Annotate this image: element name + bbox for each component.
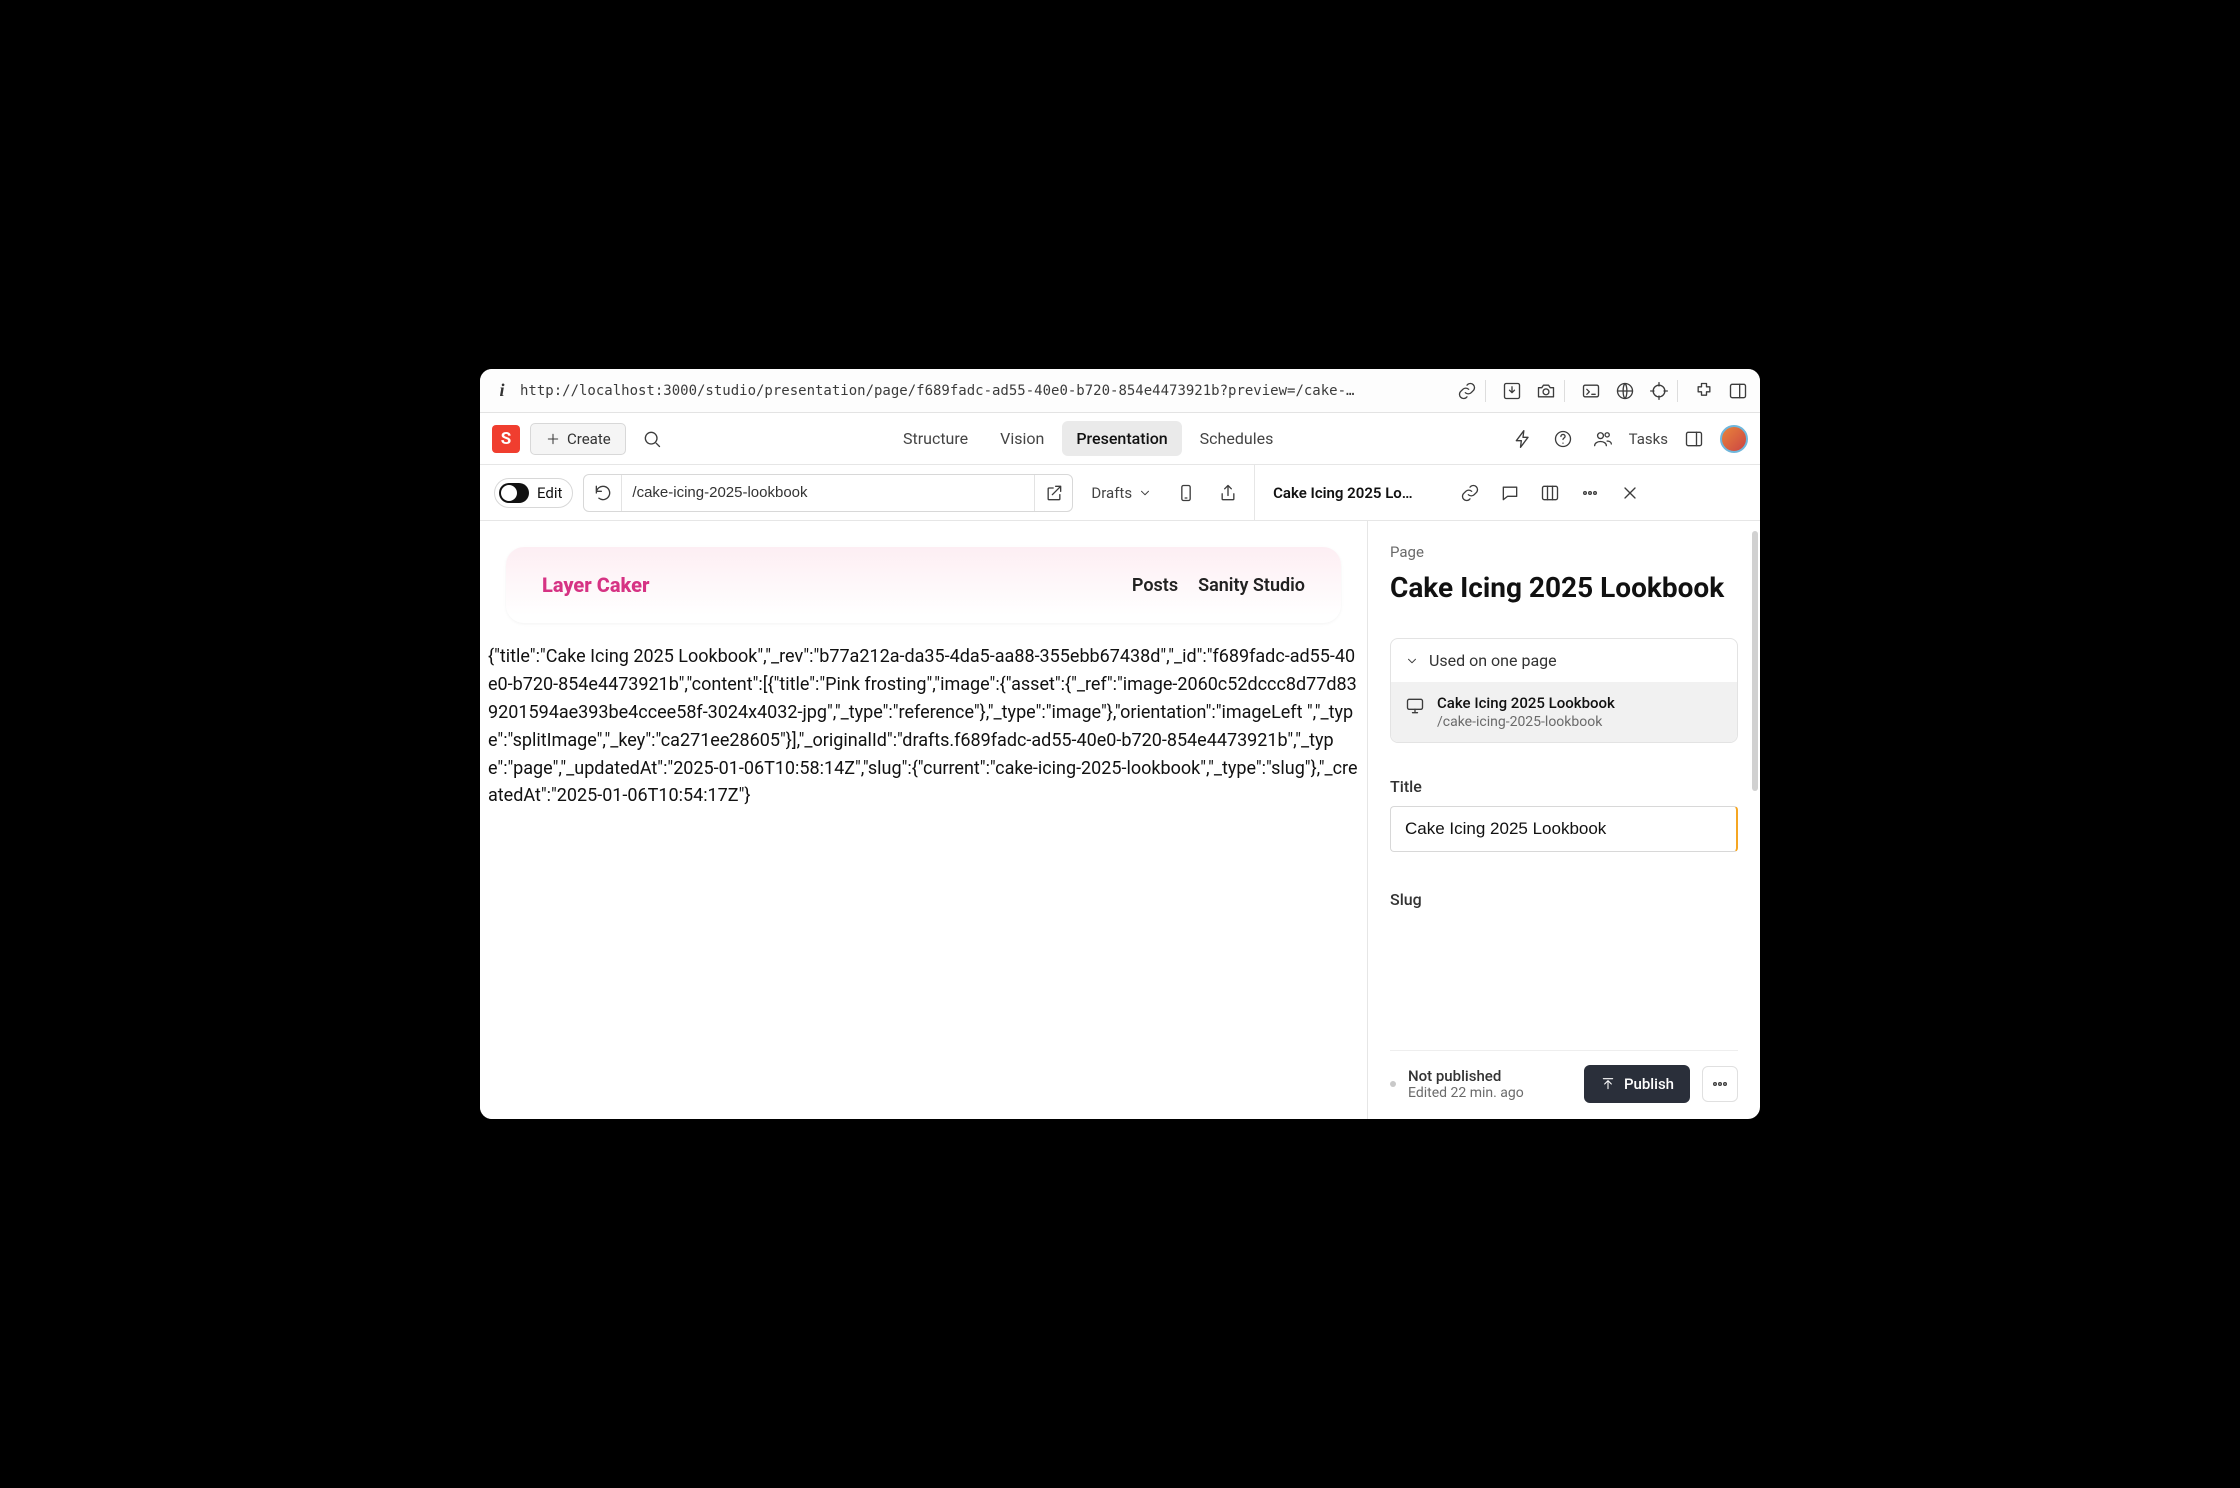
used-row-title: Cake Icing 2025 Lookbook — [1437, 694, 1615, 712]
more-actions-button[interactable] — [1574, 477, 1606, 509]
publish-button[interactable]: Publish — [1584, 1065, 1690, 1103]
close-panel-button[interactable] — [1614, 477, 1646, 509]
footer-more-button[interactable] — [1702, 1066, 1738, 1102]
help-icon[interactable] — [1549, 425, 1577, 453]
publish-label: Publish — [1624, 1075, 1674, 1093]
avatar[interactable] — [1720, 425, 1748, 453]
toggle-switch-on-icon — [499, 483, 529, 503]
studio-topnav: S Create Structure Vision Presentation S… — [480, 413, 1760, 465]
tab-schedules[interactable]: Schedules — [1186, 421, 1288, 456]
document-type-label: Page — [1390, 543, 1738, 561]
share-button[interactable] — [1212, 477, 1244, 509]
link-icon — [1460, 483, 1480, 503]
panels-icon[interactable] — [1728, 381, 1748, 401]
preview-pane: Layer Caker Posts Sanity Studio {"title"… — [480, 521, 1368, 1119]
document-heading: Cake Icing 2025 Lookbook — [1390, 571, 1738, 604]
more-horizontal-icon — [1710, 1074, 1730, 1094]
browser-url-bar: i http://localhost:3000/studio/presentat… — [480, 369, 1760, 413]
used-on-pages-toggle[interactable]: Used on one page — [1391, 639, 1737, 682]
panel-header-title: Cake Icing 2025 Lo… — [1273, 484, 1446, 502]
main-split: Layer Caker Posts Sanity Studio {"title"… — [480, 521, 1760, 1119]
inspect-button[interactable] — [1534, 477, 1566, 509]
bolt-icon[interactable] — [1509, 425, 1537, 453]
tab-vision[interactable]: Vision — [986, 421, 1058, 456]
document-footer: Not published Edited 22 min. ago Publish — [1390, 1050, 1738, 1119]
topnav-right: Tasks — [1509, 425, 1748, 453]
mobile-viewport-button[interactable] — [1170, 477, 1202, 509]
reload-icon — [593, 483, 613, 503]
close-icon — [1620, 483, 1640, 503]
site-nav: Posts Sanity Studio — [1132, 575, 1305, 596]
extensions-icon[interactable] — [1694, 381, 1714, 401]
site-nav-studio[interactable]: Sanity Studio — [1198, 575, 1305, 596]
presentation-toolbar: Edit Drafts Cake Icing 2025 Lo… — [480, 465, 1760, 521]
comments-button[interactable] — [1494, 477, 1526, 509]
document-panel: Page Cake Icing 2025 Lookbook Used on on… — [1368, 521, 1760, 1119]
edit-toggle[interactable]: Edit — [494, 478, 573, 508]
crosshair-icon[interactable] — [1649, 381, 1669, 401]
share-icon — [1218, 483, 1238, 503]
nav-tabs: Structure Vision Presentation Schedules — [678, 421, 1499, 456]
chevron-down-icon — [1405, 654, 1419, 668]
panel-link-button[interactable] — [1454, 477, 1486, 509]
create-label: Create — [567, 430, 611, 448]
open-external-button[interactable] — [1034, 475, 1072, 511]
users-icon[interactable] — [1589, 425, 1617, 453]
used-on-pages-label: Used on one page — [1429, 651, 1557, 670]
comment-icon — [1500, 483, 1520, 503]
tab-structure[interactable]: Structure — [889, 421, 982, 456]
status-dot-icon — [1390, 1081, 1396, 1087]
preview-json-dump: {"title":"Cake Icing 2025 Lookbook","_re… — [480, 643, 1367, 830]
create-button[interactable]: Create — [530, 423, 626, 455]
site-info-icon[interactable]: i — [492, 380, 512, 401]
used-on-pages-box: Used on one page Cake Icing 2025 Lookboo… — [1390, 638, 1738, 743]
permalink-icon[interactable] — [1457, 381, 1477, 401]
globe-icon[interactable] — [1615, 381, 1635, 401]
preview-path-input[interactable] — [622, 484, 1034, 501]
preview-path-input-wrap — [583, 474, 1073, 512]
panel-right-icon[interactable] — [1680, 425, 1708, 453]
mobile-icon — [1176, 483, 1196, 503]
tab-presentation[interactable]: Presentation — [1062, 421, 1181, 456]
preview-site-header: Layer Caker Posts Sanity Studio — [506, 547, 1341, 623]
reload-button[interactable] — [584, 475, 622, 511]
sanity-logo[interactable]: S — [492, 425, 520, 453]
title-field-label: Title — [1390, 777, 1738, 796]
scrollbar[interactable] — [1752, 531, 1758, 791]
browser-url[interactable]: http://localhost:3000/studio/presentatio… — [520, 383, 1449, 399]
panel-header: Cake Icing 2025 Lo… — [1254, 465, 1646, 520]
camera-icon[interactable] — [1536, 381, 1556, 401]
columns-icon — [1540, 483, 1560, 503]
external-link-icon — [1044, 483, 1064, 503]
status-edited: Edited 22 min. ago — [1408, 1085, 1524, 1101]
edit-label: Edit — [537, 484, 562, 502]
publish-icon — [1600, 1076, 1616, 1092]
used-on-page-row[interactable]: Cake Icing 2025 Lookbook /cake-icing-202… — [1391, 682, 1737, 742]
used-row-path: /cake-icing-2025-lookbook — [1437, 714, 1615, 730]
site-nav-posts[interactable]: Posts — [1132, 575, 1178, 596]
drafts-label: Drafts — [1091, 484, 1132, 502]
chevron-down-icon — [1138, 486, 1152, 500]
slug-field-label: Slug — [1390, 890, 1738, 909]
app-window: i http://localhost:3000/studio/presentat… — [480, 369, 1760, 1119]
status-not-published: Not published — [1408, 1067, 1524, 1085]
search-button[interactable] — [636, 423, 668, 455]
terminal-icon[interactable] — [1581, 381, 1601, 401]
title-field-input[interactable] — [1390, 806, 1738, 852]
drafts-dropdown[interactable]: Drafts — [1083, 478, 1160, 508]
plus-icon — [545, 431, 561, 447]
tasks-link[interactable]: Tasks — [1629, 430, 1668, 448]
desktop-icon — [1405, 696, 1425, 716]
search-icon — [642, 429, 662, 449]
more-horizontal-icon — [1580, 483, 1600, 503]
download-icon[interactable] — [1502, 381, 1522, 401]
site-brand[interactable]: Layer Caker — [542, 573, 649, 597]
